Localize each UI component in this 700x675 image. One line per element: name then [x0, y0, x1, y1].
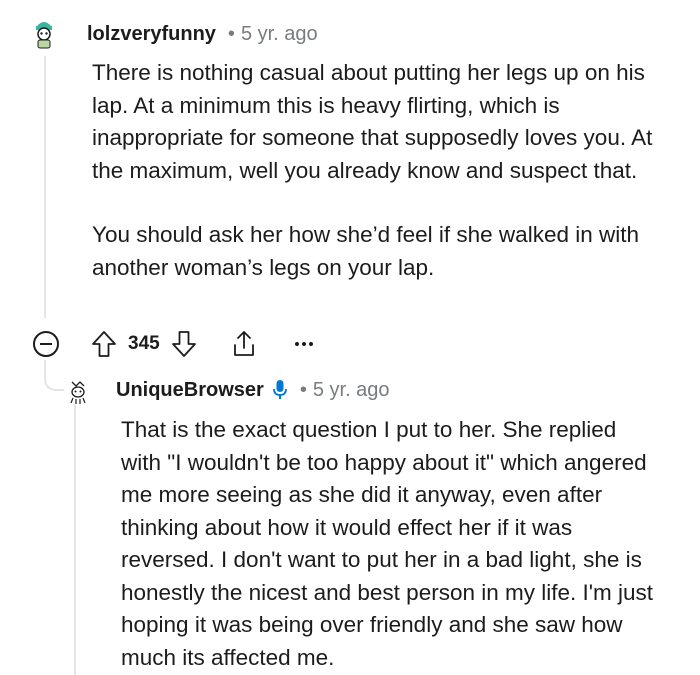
comment-paragraph: That is the exact question I put to her.… — [121, 417, 654, 670]
thread-line-reply[interactable] — [74, 404, 76, 675]
meta-separator: • — [227, 22, 235, 45]
comment-paragraph: There is nothing casual about putting he… — [92, 60, 653, 183]
microphone-icon — [272, 379, 288, 401]
comment-age[interactable]: 5 yr. ago — [313, 379, 390, 402]
comment-actions: 345 — [90, 328, 316, 360]
user-avatar[interactable] — [63, 376, 93, 406]
comment-body: There is nothing casual about putting he… — [92, 57, 662, 284]
comment-body: That is the exact question I put to her.… — [121, 414, 661, 674]
comment-age[interactable]: 5 yr. ago — [241, 23, 318, 46]
meta-separator: • — [299, 378, 307, 401]
username[interactable]: UniqueBrowser — [116, 379, 264, 402]
comment-meta: lolzveryfunny • 5 yr. ago — [87, 20, 318, 48]
comment-meta: UniqueBrowser • 5 yr. ago — [116, 376, 390, 404]
thread-line-root[interactable] — [44, 56, 46, 318]
arrow-up-icon[interactable] — [90, 329, 118, 359]
arrow-down-icon[interactable] — [170, 329, 198, 359]
user-avatar[interactable] — [28, 16, 60, 50]
more-options-icon[interactable] — [292, 339, 316, 349]
vote-count: 345 — [128, 333, 160, 354]
collapse-icon[interactable] — [33, 331, 59, 357]
username[interactable]: lolzveryfunny — [87, 23, 216, 46]
comment-paragraph: You should ask her how she’d feel if she… — [92, 222, 639, 280]
share-icon[interactable] — [230, 329, 258, 359]
